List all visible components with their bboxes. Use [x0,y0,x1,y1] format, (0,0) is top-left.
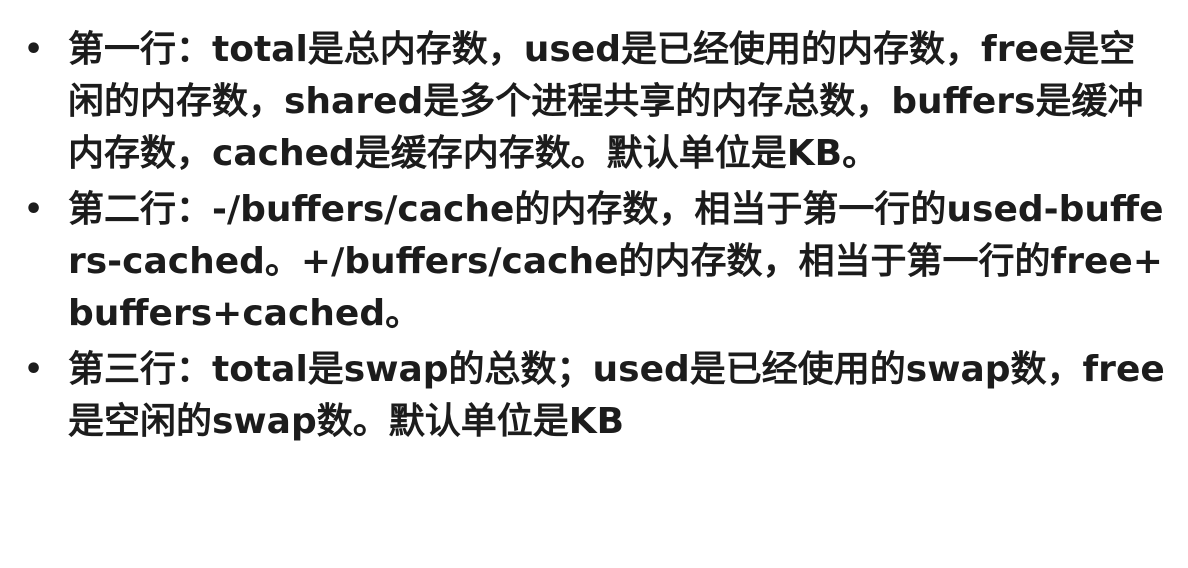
bullet-text: 第一行：total是总内存数，used是已经使用的内存数，free是空闲的内存数… [68,29,1144,174]
bullet-text: 第三行：total是swap的总数；used是已经使用的swap数，free是空… [68,349,1165,442]
bullet-marker: • [24,352,44,387]
slide: • 第一行：total是总内存数，used是已经使用的内存数，free是空闲的内… [0,0,1188,568]
bullet-item-3: • 第三行：total是swap的总数；used是已经使用的swap数，free… [20,344,1170,448]
bullet-text: 第二行：-/buffers/cache的内存数，相当于第一行的used-buff… [68,189,1164,334]
bullet-list: • 第一行：total是总内存数，used是已经使用的内存数，free是空闲的内… [20,24,1170,452]
bullet-item-2: • 第二行：-/buffers/cache的内存数，相当于第一行的used-bu… [20,184,1170,340]
bullet-marker: • [24,192,44,227]
bullet-marker: • [24,32,44,67]
bullet-item-1: • 第一行：total是总内存数，used是已经使用的内存数，free是空闲的内… [20,24,1170,180]
